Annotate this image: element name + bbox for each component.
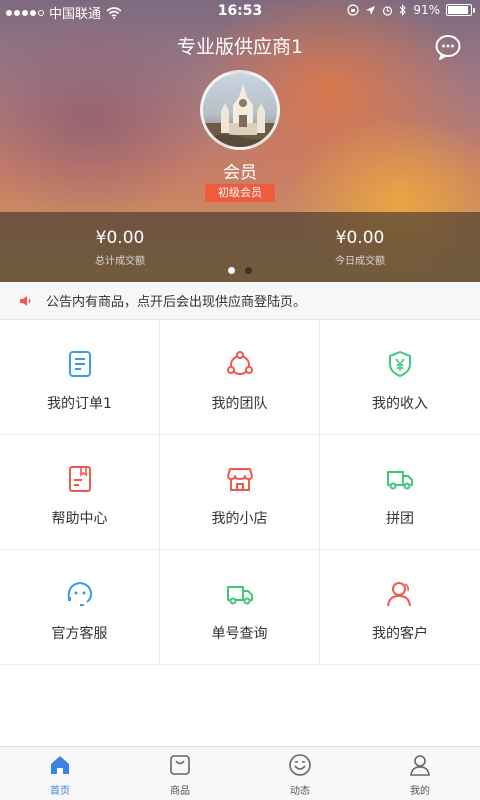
smile-icon [289,754,311,776]
total-turnover-label: 总计成交额 [95,256,145,267]
truck-icon [387,471,413,490]
today-turnover-value: ¥0.00 [335,228,385,248]
status-bar: 中国联通 16:53 91% [0,0,480,22]
tab-me[interactable]: 我的 [360,747,480,800]
grid-item-customer-service[interactable]: 官方客服 [0,550,160,665]
shop-icon [227,468,253,491]
total-turnover-value: ¥0.00 [95,228,145,248]
delivery-truck-icon [227,586,253,605]
page-dot[interactable] [245,267,252,274]
page-title: 专业版供应商1 [176,36,304,58]
home-icon [51,756,69,774]
grid-item-my-income[interactable]: 我的收入 [320,320,480,435]
tab-products[interactable]: 商品 [120,747,240,800]
today-turnover-label: 今日成交额 [335,256,385,267]
tab-label: 商品 [170,786,190,797]
grid-item-my-team[interactable]: 我的团队 [160,320,320,435]
grid-item-my-customers[interactable]: 我的客户 [320,550,480,665]
grid-item-label: 我的订单1 [47,396,112,412]
grid-item-my-shop[interactable]: 我的小店 [160,435,320,550]
grid-item-label: 我的客户 [372,626,428,642]
total-turnover: ¥0.00 总计成交额 [0,228,240,267]
grid-item-label: 单号查询 [211,626,268,642]
bluetooth-icon [399,4,407,16]
person-icon [410,755,430,776]
help-book-icon [69,466,91,492]
profile-header: 中国联通 16:53 91% 专业版供应商1 会员 初级会员 ¥0.00 总计成… [0,0,480,282]
battery-percent: 91% [413,3,440,17]
grid-item-help-center[interactable]: 帮助中心 [0,435,160,550]
username: 会员 [223,163,257,183]
team-icon [227,351,253,375]
tab-label: 我的 [410,786,430,797]
grid-item-my-orders[interactable]: 我的订单1 [0,320,160,435]
income-shield-icon [389,350,411,378]
service-chat-icon [67,581,93,606]
grid-item-label: 拼团 [386,511,414,527]
cathedral-image [203,83,277,147]
grid-item-group-buy[interactable]: 拼团 [320,435,480,550]
today-turnover: ¥0.00 今日成交额 [240,228,480,267]
message-icon[interactable] [434,33,462,61]
speaker-icon [20,295,31,306]
grid-item-tracking-lookup[interactable]: 单号查询 [160,550,320,665]
grid-item-label: 我的团队 [211,396,268,412]
announcement-bar[interactable]: 公告内有商品，点开后会出现供应商登陆页。 [0,282,480,320]
document-icon [69,351,91,377]
alarm-icon [383,5,393,16]
tab-bar: 首页 商品 动态 我的 [0,746,480,800]
page-dot-active[interactable] [228,267,235,274]
page-indicator [0,267,480,274]
lock-rotation-icon [347,4,359,16]
member-level-badge: 初级会员 [205,184,275,202]
tab-label: 首页 [50,786,70,797]
grid-item-label: 帮助中心 [51,511,108,527]
tab-label: 动态 [290,786,310,797]
tab-feed[interactable]: 动态 [240,747,360,800]
avatar[interactable] [200,70,280,150]
announcement-text: 公告内有商品，点开后会出现供应商登陆页。 [46,295,307,310]
grid-item-label: 我的收入 [372,396,428,412]
bag-icon [170,755,190,775]
battery-icon [446,4,475,16]
grid-item-label: 我的小店 [211,511,268,527]
grid-item-label: 官方客服 [51,626,108,642]
location-icon [366,5,376,15]
tab-home[interactable]: 首页 [0,747,120,800]
customers-icon [387,582,411,607]
